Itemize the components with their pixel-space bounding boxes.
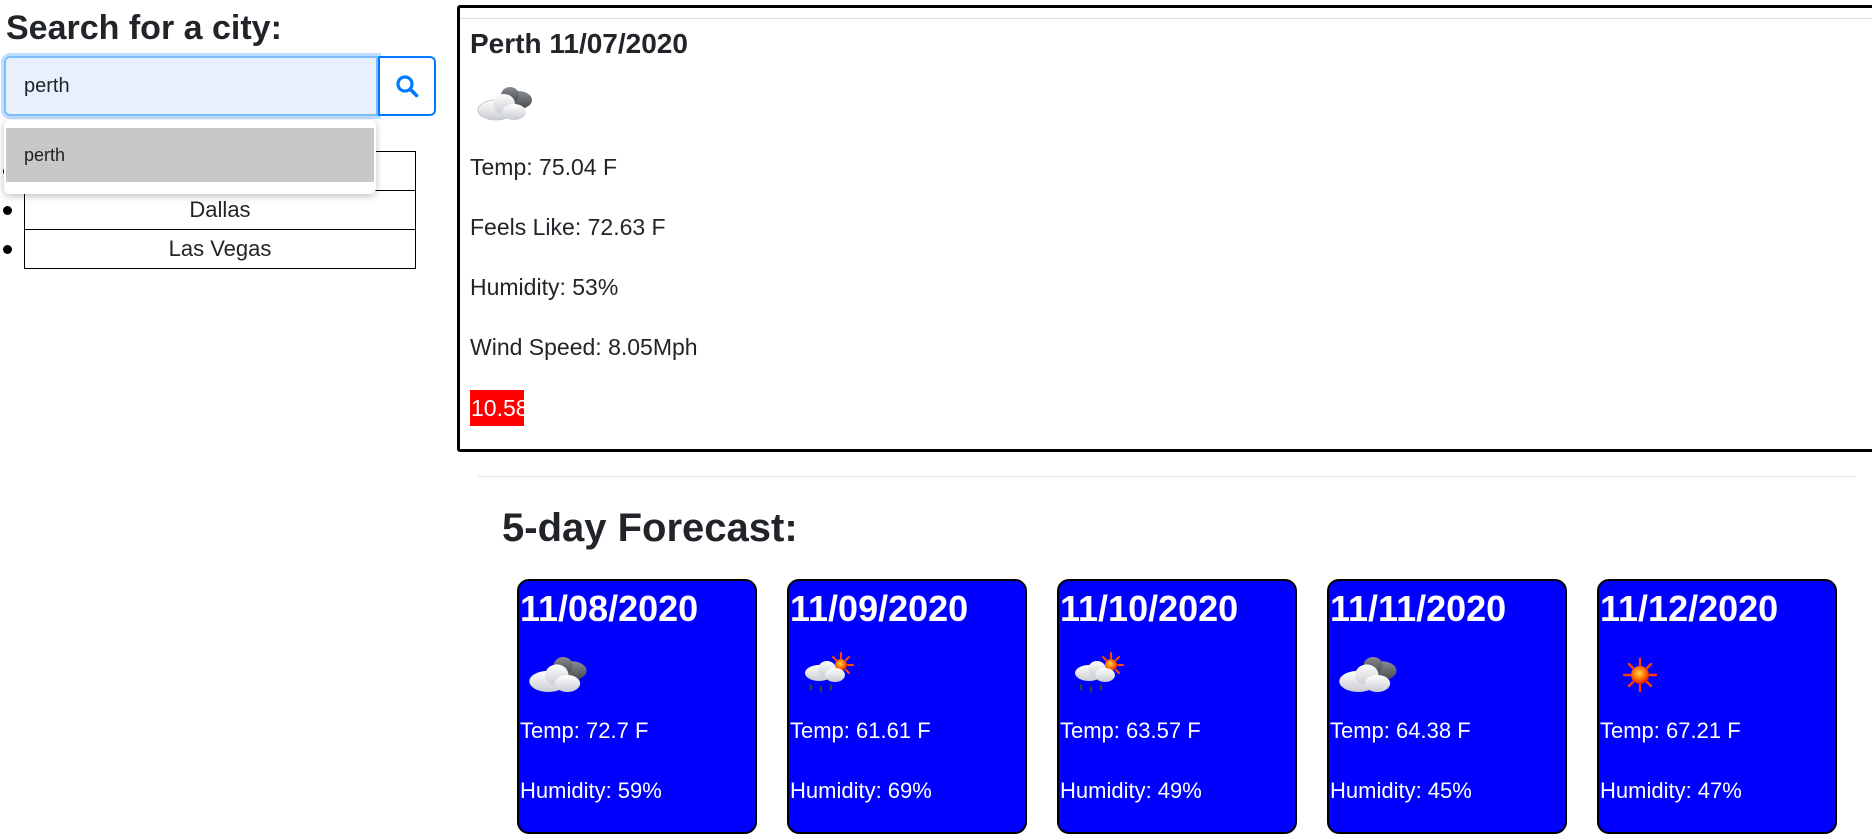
current-weather-card: Perth 11/07/2020 Temp: 75.04 F Feels Lik…	[457, 5, 1872, 452]
forecast-humidity: Humidity: 49%	[1060, 778, 1202, 803]
search-button[interactable]	[378, 56, 436, 116]
history-item-label: Dallas	[189, 197, 251, 222]
history-item[interactable]: Dallas	[3, 190, 416, 230]
forecast-temp: Temp: 67.21 F	[1600, 718, 1741, 743]
sun-rain-icon	[1075, 652, 1124, 693]
history-item[interactable]: Las Vegas	[3, 229, 416, 269]
forecast-temp: Temp: 72.7 F	[520, 718, 649, 743]
forecast-humidity: Humidity: 59%	[520, 778, 662, 803]
forecast-card: 11/10/2020 Temp: 63.57 F Humidity: 49%	[1057, 579, 1297, 834]
forecast-temp: Temp: 61.61 F	[790, 718, 931, 743]
city-search-input[interactable]	[4, 56, 378, 116]
partly-cloudy-icon	[529, 656, 587, 692]
section-divider	[478, 476, 1856, 477]
weather-dashboard: Search for a city: Dallas Dallas Las Veg…	[0, 0, 1872, 837]
forecast-date: 11/08/2020	[520, 588, 699, 629]
sun-icon	[1622, 657, 1658, 693]
search-group	[4, 56, 436, 116]
forecast-temp: Temp: 64.38 F	[1330, 718, 1471, 743]
history-item-label: Las Vegas	[168, 236, 272, 261]
autocomplete-option[interactable]: perth	[6, 128, 374, 182]
partly-cloudy-icon	[1339, 656, 1397, 692]
forecast-humidity: Humidity: 47%	[1600, 778, 1742, 803]
forecast-card: 11/12/2020 Temp: 67.21 F Humidity: 47%	[1597, 579, 1837, 834]
forecast-date: 11/11/2020	[1330, 588, 1507, 629]
forecast-humidity: Humidity: 69%	[790, 778, 932, 803]
current-humidity: Humidity: 53%	[470, 274, 619, 300]
current-city-date: Perth 11/07/2020	[470, 28, 688, 59]
current-temp: Temp: 75.04 F	[470, 154, 618, 180]
partly-cloudy-icon	[477, 87, 532, 121]
search-title: Search for a city:	[6, 9, 282, 47]
current-wind-speed: Wind Speed: 8.05Mph	[470, 334, 698, 360]
uv-index-badge: 10.58	[470, 390, 524, 426]
card-top-divider	[460, 18, 1872, 19]
forecast-card: 11/09/2020 Temp: 61.61 F Humidity: 69%	[787, 579, 1027, 834]
autocomplete-dropdown: perth	[4, 120, 376, 194]
forecast-date: 11/09/2020	[790, 588, 969, 629]
forecast-date: 11/10/2020	[1060, 588, 1239, 629]
search-icon	[396, 75, 419, 98]
forecast-date: 11/12/2020	[1600, 588, 1779, 629]
forecast-card: 11/08/2020 Temp: 72.7 F Humidity: 59%	[517, 579, 757, 834]
forecast-humidity: Humidity: 45%	[1330, 778, 1472, 803]
search-panel: Search for a city: Dallas Dallas Las Veg…	[0, 0, 440, 837]
sun-rain-icon	[805, 652, 854, 693]
forecast-card: 11/11/2020 Temp: 64.38 F Humidity: 45%	[1327, 579, 1567, 834]
forecast-temp: Temp: 63.57 F	[1060, 718, 1201, 743]
forecast-title: 5-day Forecast:	[502, 506, 798, 550]
current-feels-like: Feels Like: 72.63 F	[470, 214, 666, 240]
